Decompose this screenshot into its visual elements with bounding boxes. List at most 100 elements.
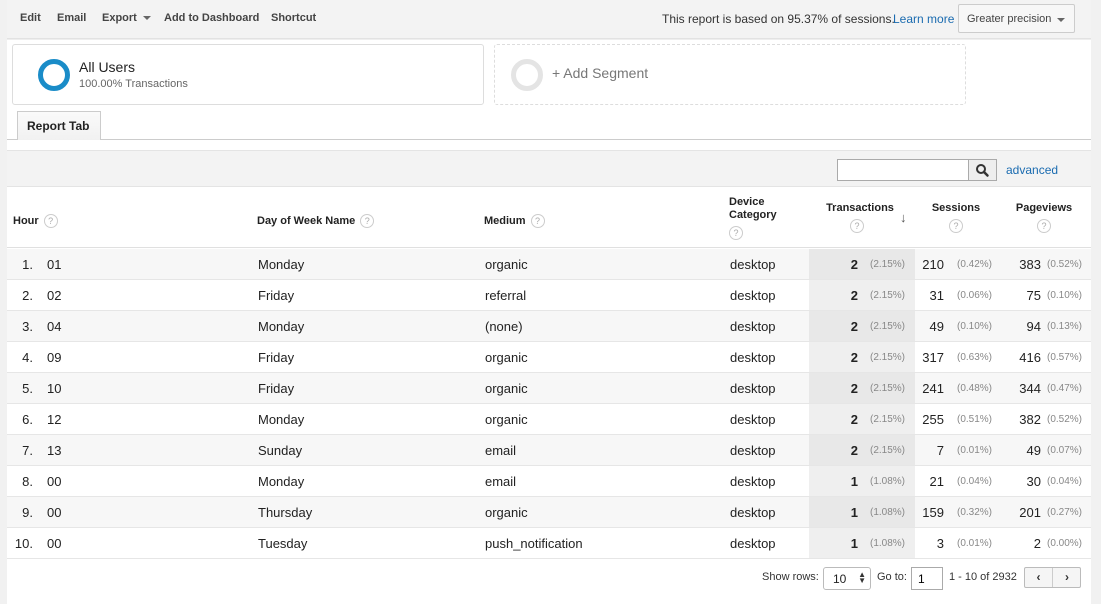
left-gutter — [0, 0, 7, 604]
cell-sessions-pct: (0.48%) — [957, 383, 993, 394]
cell-day[interactable]: Friday — [258, 288, 294, 303]
cell-medium[interactable]: referral — [485, 288, 526, 303]
cell-hour[interactable]: 10 — [47, 381, 61, 396]
cell-device[interactable]: desktop — [730, 443, 776, 458]
cell-device[interactable]: desktop — [730, 412, 776, 427]
cell-device[interactable]: desktop — [730, 350, 776, 365]
cell-day[interactable]: Monday — [258, 319, 304, 334]
cell-transactions: 1 — [850, 474, 858, 489]
column-header-pageviews[interactable]: Pageviews? — [1013, 202, 1075, 233]
cell-device[interactable]: desktop — [730, 536, 776, 551]
cell-hour[interactable]: 09 — [47, 350, 61, 365]
cell-device[interactable]: desktop — [730, 474, 776, 489]
cell-hour[interactable]: 12 — [47, 412, 61, 427]
cell-medium[interactable]: organic — [485, 350, 528, 365]
cell-medium[interactable]: organic — [485, 381, 528, 396]
table-search-input[interactable] — [837, 159, 969, 181]
pagination-footer: Show rows: 10 ▲▼ Go to: 1 - 10 of 2932 ‹… — [7, 559, 1091, 604]
table-row[interactable]: 8. 00 Monday email desktop 1 (1.08%) 21 (0.04%) 3… — [7, 466, 1091, 497]
column-header-device[interactable]: Device Category? — [729, 196, 789, 240]
help-icon[interactable]: ? — [729, 226, 743, 240]
column-label: Hour — [13, 214, 39, 227]
table-row[interactable]: 2. 02 Friday referral desktop 2 (2.15%) 31 (0.06… — [7, 280, 1091, 311]
column-header-sessions[interactable]: Sessions? — [927, 202, 985, 233]
cell-hour[interactable]: 13 — [47, 443, 61, 458]
cell-sessions-pct: (0.32%) — [957, 507, 993, 518]
cell-day[interactable]: Monday — [258, 257, 304, 272]
cell-sessions-pct: (0.63%) — [957, 352, 993, 363]
tab-divider — [7, 139, 1091, 140]
cell-day[interactable]: Tuesday — [258, 536, 307, 551]
sort-descending-icon[interactable]: ↓ — [900, 210, 907, 225]
cell-day[interactable]: Monday — [258, 474, 304, 489]
segment-all-users[interactable]: All Users 100.00% Transactions — [12, 44, 484, 105]
cell-medium[interactable]: organic — [485, 412, 528, 427]
help-icon[interactable]: ? — [530, 214, 545, 228]
add-segment-button[interactable]: + Add Segment — [494, 44, 966, 105]
cell-device[interactable]: desktop — [730, 319, 776, 334]
cell-day[interactable]: Sunday — [258, 443, 302, 458]
show-rows-select[interactable]: 10 ▲ ▼ — [823, 567, 871, 590]
cell-medium[interactable]: organic — [485, 257, 528, 272]
scrollbar-track[interactable] — [1091, 0, 1101, 604]
table-row[interactable]: 7. 13 Sunday email desktop 2 (2.15%) 7 (0.01%) 49… — [7, 435, 1091, 466]
cell-transactions-pct: (2.15%) — [870, 259, 906, 270]
cell-hour[interactable]: 00 — [47, 505, 61, 520]
goto-page-input[interactable] — [911, 567, 943, 590]
help-icon[interactable]: ? — [360, 214, 375, 228]
tab-report[interactable]: Report Tab — [17, 111, 101, 140]
cell-medium[interactable]: organic — [485, 505, 528, 520]
table-row[interactable]: 5. 10 Friday organic desktop 2 (2.15%) 241 (0.48… — [7, 373, 1091, 404]
row-index: 8. — [22, 474, 33, 489]
cell-pageviews: 383 — [1019, 257, 1041, 272]
cell-sessions-pct: (0.42%) — [957, 259, 993, 270]
row-index: 2. — [22, 288, 33, 303]
table-row[interactable]: 6. 12 Monday organic desktop 2 (2.15%) 255 (0.51… — [7, 404, 1091, 435]
previous-page-button[interactable]: ‹ — [1025, 568, 1053, 587]
help-icon[interactable]: ? — [850, 219, 864, 233]
cell-medium[interactable]: email — [485, 474, 516, 489]
cell-medium[interactable]: (none) — [485, 319, 523, 334]
column-label: Day of Week Name — [257, 214, 356, 227]
row-index: 4. — [22, 350, 33, 365]
cell-day[interactable]: Friday — [258, 381, 294, 396]
cell-device[interactable]: desktop — [730, 505, 776, 520]
cell-day[interactable]: Monday — [258, 412, 304, 427]
cell-hour[interactable]: 00 — [47, 474, 61, 489]
table-row[interactable]: 9. 00 Thursday organic desktop 1 (1.08%) 159 (0.… — [7, 497, 1091, 528]
column-header-day[interactable]: Day of Week Name? — [257, 214, 375, 228]
cell-medium[interactable]: push_notification — [485, 536, 583, 551]
cell-day[interactable]: Friday — [258, 350, 294, 365]
column-header-medium[interactable]: Medium? — [484, 214, 545, 228]
cell-device[interactable]: desktop — [730, 381, 776, 396]
row-index: 1. — [22, 257, 33, 272]
cell-medium[interactable]: email — [485, 443, 516, 458]
cell-transactions: 2 — [850, 319, 858, 334]
help-icon[interactable]: ? — [43, 214, 58, 228]
search-button[interactable] — [968, 159, 997, 181]
goto-label: Go to: — [877, 571, 907, 583]
column-label: Sessions — [931, 202, 981, 214]
cell-pageviews: 49 — [1026, 443, 1041, 458]
next-page-button[interactable]: › — [1053, 568, 1081, 587]
table-row[interactable]: 3. 04 Monday (none) desktop 2 (2.15%) 49 (0.10%)… — [7, 311, 1091, 342]
cell-day[interactable]: Thursday — [258, 505, 312, 520]
table-row[interactable]: 1. 01 Monday organic desktop 2 (2.15%) 210 (0.42… — [7, 249, 1091, 280]
cell-hour[interactable]: 02 — [47, 288, 61, 303]
cell-device[interactable]: desktop — [730, 288, 776, 303]
cell-pageviews: 75 — [1026, 288, 1041, 303]
column-header-transactions[interactable]: Transactions? — [825, 202, 895, 233]
cell-hour[interactable]: 00 — [47, 536, 61, 551]
column-header-hour[interactable]: Hour? — [13, 214, 58, 228]
cell-transactions-pct: (1.08%) — [870, 507, 906, 518]
row-index: 7. — [22, 443, 33, 458]
help-icon[interactable]: ? — [1037, 219, 1051, 233]
table-row[interactable]: 4. 09 Friday organic desktop 2 (2.15%) 317 (0.63… — [7, 342, 1091, 373]
table-row[interactable]: 10. 00 Tuesday push_notification desktop 1 (1.… — [7, 528, 1091, 559]
cell-transactions: 2 — [850, 288, 858, 303]
help-icon[interactable]: ? — [949, 219, 963, 233]
cell-device[interactable]: desktop — [730, 257, 776, 272]
cell-hour[interactable]: 01 — [47, 257, 61, 272]
advanced-filter-link[interactable]: advanced — [1006, 163, 1058, 177]
cell-hour[interactable]: 04 — [47, 319, 61, 334]
